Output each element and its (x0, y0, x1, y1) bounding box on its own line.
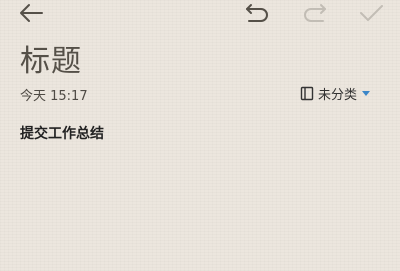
category-label: 未分类 (318, 87, 358, 103)
checkmark-icon (360, 5, 383, 21)
redo-icon (304, 4, 326, 22)
note-title[interactable]: 标题 (20, 36, 82, 80)
note-body[interactable]: 提交工作总结 (20, 123, 104, 143)
note-date: 今天 15:17 (20, 89, 88, 104)
category-selector[interactable]: 未分类 (300, 84, 371, 103)
undo-button[interactable] (240, 0, 274, 26)
undo-icon (246, 4, 268, 22)
dropdown-arrow-icon (362, 90, 371, 96)
back-button[interactable] (14, 0, 48, 26)
toolbar (0, 0, 400, 26)
done-button[interactable] (354, 0, 388, 26)
redo-button[interactable] (298, 0, 332, 26)
notebook-icon (300, 86, 314, 100)
back-arrow-icon (20, 4, 43, 22)
